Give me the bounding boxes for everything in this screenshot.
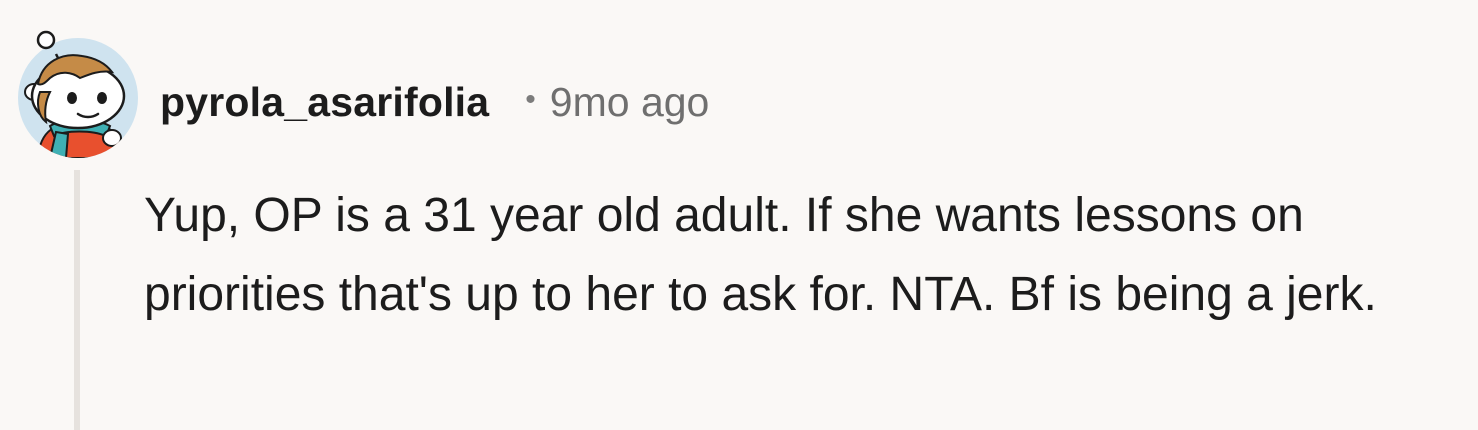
username-link[interactable]: pyrola_asarifolia [160, 79, 489, 126]
meta-separator: • [525, 83, 536, 116]
thread-line[interactable] [74, 170, 80, 430]
user-avatar[interactable] [16, 26, 146, 158]
comment: pyrola_asarifolia • 9mo ago Yup, OP is a… [0, 0, 1478, 430]
comment-timestamp[interactable]: 9mo ago [550, 79, 710, 126]
comment-meta: pyrola_asarifolia • 9mo ago [160, 72, 709, 132]
comment-body: Yup, OP is a 31 year old adult. If she w… [144, 189, 1377, 321]
snoo-avatar-icon [18, 30, 138, 158]
